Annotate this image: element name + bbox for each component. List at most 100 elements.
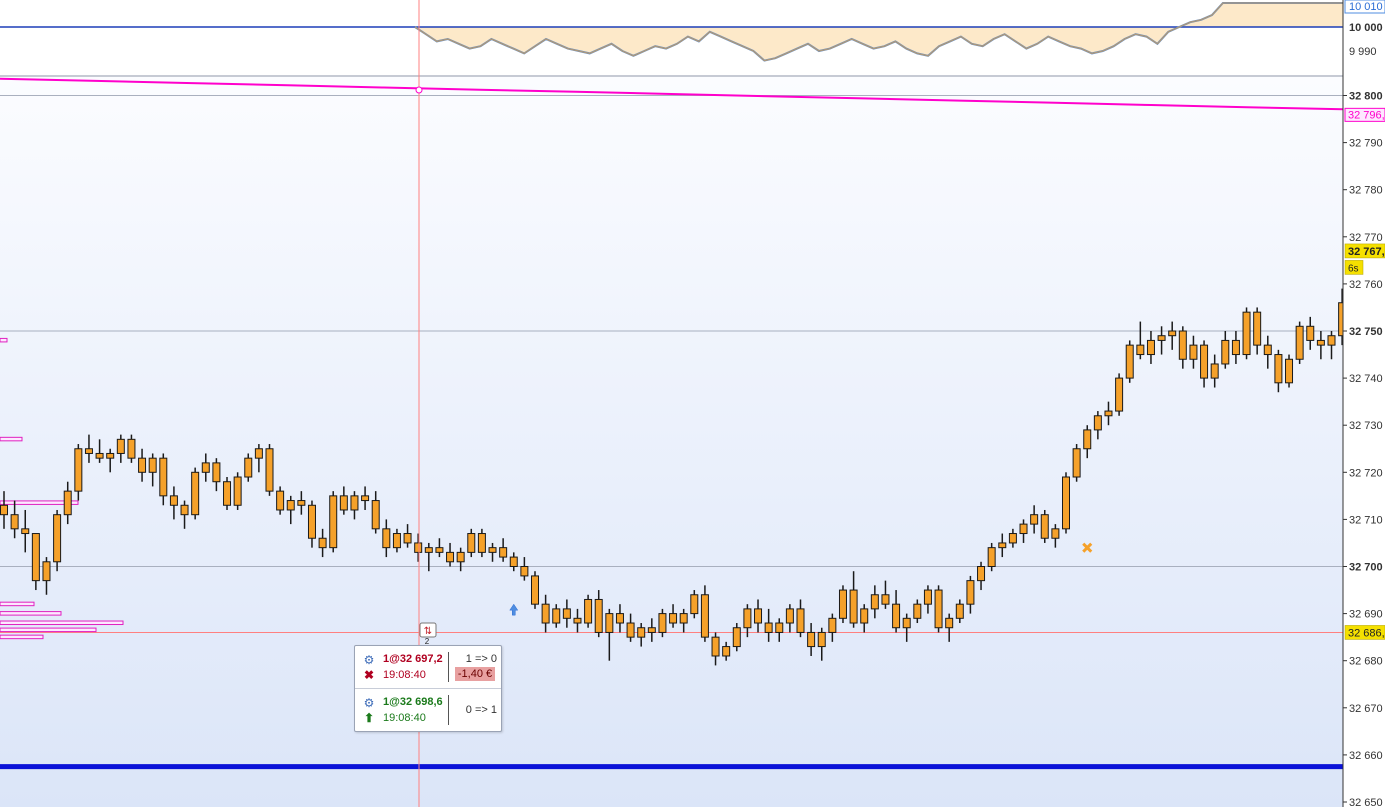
indicator-tick-label: 9 990 (1349, 46, 1377, 58)
candle-body (637, 627, 646, 638)
y-tick-label: 32 690 (1349, 609, 1383, 621)
candle-body (838, 589, 847, 619)
candle-body (1136, 344, 1145, 356)
y-tick-label: 32 760 (1349, 279, 1383, 291)
candle-body (84, 448, 93, 454)
y-tick-label: 32 800 (1349, 91, 1383, 103)
candle-body (159, 457, 168, 497)
y-tick-label: 32 680 (1349, 656, 1383, 668)
candle-body (796, 608, 805, 633)
trade-pnl-badge: -1,40 € (455, 667, 495, 681)
candle-body (828, 617, 837, 633)
candle-body (1274, 354, 1283, 384)
candle-body (169, 495, 178, 506)
candle-body (669, 613, 678, 624)
candle-body (870, 594, 879, 610)
candle-body (785, 608, 794, 624)
candle-body (286, 500, 295, 511)
candle-body (700, 594, 709, 638)
volume-profile-bar (0, 337, 8, 343)
candle-body (1019, 523, 1028, 535)
candle-body (998, 542, 1007, 549)
candle-body (1327, 335, 1336, 346)
candle-body (1062, 476, 1070, 530)
crosshair-ma-dot (415, 86, 423, 94)
candle-body (594, 598, 603, 633)
trade-row-exit[interactable]: ⚙ ✖ 1@32 697,2 19:08:40 1 => 0 -1,40 € (355, 646, 501, 689)
candle-body (138, 457, 147, 473)
trade-time: 19:08:40 (383, 669, 426, 681)
candle-body (488, 547, 497, 553)
candle-body (605, 613, 614, 633)
candle-body (350, 495, 359, 511)
candle-body (446, 551, 455, 563)
candle-body (817, 631, 826, 648)
price-panel (0, 77, 1343, 807)
trades-tooltip[interactable]: ⚙ ✖ 1@32 697,2 19:08:40 1 => 0 -1,40 € ⚙… (354, 645, 502, 732)
candle-body (456, 551, 465, 563)
candle-body (212, 462, 221, 483)
candle-body (276, 490, 285, 511)
candle-body (1040, 514, 1049, 539)
candle-body (191, 471, 200, 516)
candle-body (1263, 344, 1272, 356)
candle-body (414, 542, 423, 553)
indicator-tick-label: 10 000 (1349, 22, 1383, 34)
candle-body (902, 617, 911, 629)
candle-body (743, 608, 752, 629)
candle-body (1072, 448, 1081, 478)
candle-body (467, 533, 476, 553)
candle-body (615, 613, 624, 624)
candle-body (775, 622, 784, 633)
candle-body (913, 603, 922, 619)
y-tick-label: 32 740 (1349, 373, 1383, 385)
trade-position-change: 0 => 1 (465, 704, 497, 716)
candle-body (754, 608, 763, 624)
trading-chart[interactable]: 32 800 32 790 32 780 32 770 32 760 32 750 32 7… (0, 0, 1385, 807)
y-tick-label: 32 790 (1349, 138, 1383, 150)
candle-body (1189, 344, 1198, 360)
candle-body (63, 490, 72, 516)
candle-body (53, 514, 62, 563)
y-tick-label: 32 750 (1349, 326, 1383, 338)
volume-profile-bar (0, 620, 124, 626)
candle-body (382, 528, 391, 549)
candle-body (329, 495, 338, 549)
volume-profile-bar (0, 634, 44, 640)
candle-body (1316, 339, 1325, 346)
candle-body (732, 627, 741, 648)
trade-time: 19:08:40 (383, 712, 426, 724)
candle-body (1231, 339, 1240, 356)
candle-body (244, 457, 253, 478)
candle-body (1146, 339, 1155, 356)
candle-body (1093, 415, 1102, 431)
candle-body (1115, 377, 1124, 412)
candle-body (531, 575, 539, 605)
candle-body (180, 504, 189, 516)
candle-body (647, 627, 656, 633)
y-tick-label: 32 720 (1349, 467, 1383, 479)
candle-body (987, 547, 996, 567)
candle-body (807, 631, 816, 648)
gears-icon: ⚙ (363, 696, 375, 710)
candle-body (1125, 344, 1134, 379)
candle-body (233, 476, 242, 506)
y-tick-label: 32 650 (1349, 797, 1383, 807)
volume-profile-bar (0, 436, 23, 442)
candle-body (361, 495, 370, 502)
candle-body (509, 556, 518, 568)
candle-body (584, 598, 593, 624)
y-tick-label: 32 660 (1349, 750, 1383, 762)
candle-body (573, 617, 582, 624)
candle-body (1210, 363, 1219, 379)
candle-body (658, 613, 667, 633)
candle-body (223, 481, 232, 506)
close-cross-icon: ✖ (363, 668, 375, 682)
candle-body (42, 561, 51, 582)
candle-body (106, 452, 115, 459)
candle-body (201, 462, 210, 473)
candle-body (1242, 311, 1251, 356)
trade-row-entry[interactable]: ⚙ ⬆ 1@32 698,6 19:08:40 0 => 1 (355, 689, 501, 731)
candle-body (1178, 330, 1187, 360)
y-tick-label: 32 710 (1349, 514, 1383, 526)
